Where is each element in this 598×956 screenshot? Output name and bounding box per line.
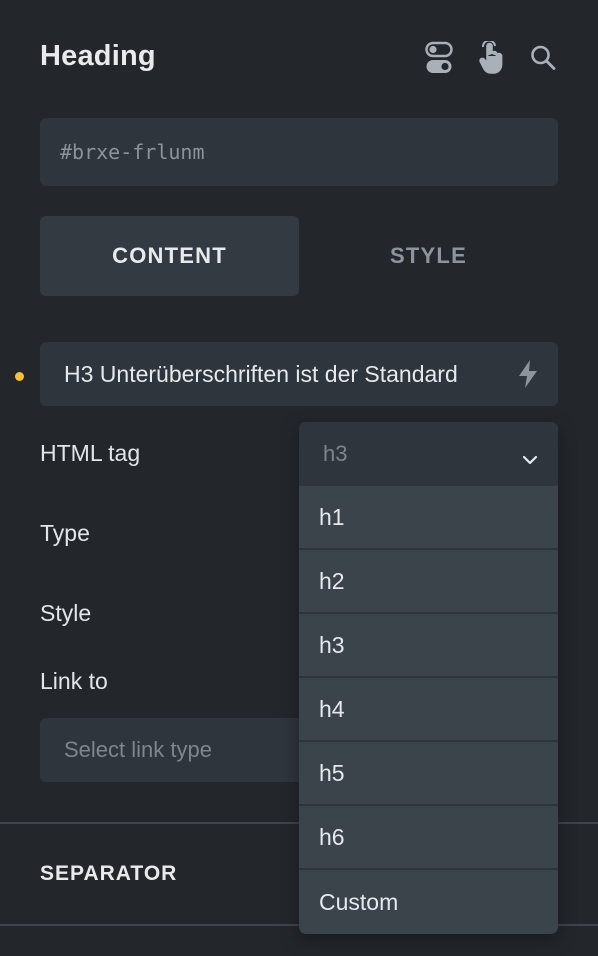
element-id-field[interactable]: #brxe-frlunm: [40, 118, 558, 186]
link-to-label: Link to: [40, 668, 108, 694]
tab-content[interactable]: CONTENT: [40, 216, 299, 296]
type-label: Type: [40, 520, 90, 546]
heading-text-value: H3 Unterüberschriften ist der Standard: [64, 360, 458, 387]
search-icon[interactable]: [528, 41, 558, 75]
header-actions: [424, 40, 558, 76]
dropdown-option-h3[interactable]: h3: [299, 614, 558, 678]
dropdown-option-h4[interactable]: h4: [299, 678, 558, 742]
html-tag-dropdown[interactable]: h3 h1 h2 h3 h4 h5 h6 Custom: [299, 422, 558, 934]
html-tag-label: HTML tag: [40, 440, 141, 466]
hand-pointer-icon[interactable]: [476, 41, 506, 75]
panel-title: Heading: [40, 40, 156, 72]
toggle-icon[interactable]: [424, 41, 454, 75]
dropdown-option-h1[interactable]: h1: [299, 486, 558, 550]
html-tag-selected-value: h3: [323, 441, 348, 466]
style-label: Style: [40, 600, 92, 626]
link-type-select[interactable]: Select link type: [40, 718, 340, 782]
heading-text-input[interactable]: H3 Unterüberschriften ist der Standard: [40, 342, 558, 406]
bolt-icon[interactable]: [516, 359, 540, 395]
panel-tabs: CONTENT STYLE: [40, 216, 558, 296]
html-tag-select[interactable]: h3: [299, 422, 558, 486]
tab-style[interactable]: STYLE: [299, 216, 558, 296]
dropdown-option-custom[interactable]: Custom: [299, 870, 558, 934]
dropdown-option-h6[interactable]: h6: [299, 806, 558, 870]
dropdown-option-h2[interactable]: h2: [299, 550, 558, 614]
chevron-down-icon: [522, 446, 538, 472]
modified-indicator: [15, 372, 24, 381]
separator-section-title[interactable]: SEPARATOR: [40, 862, 177, 886]
dropdown-option-h5[interactable]: h5: [299, 742, 558, 806]
